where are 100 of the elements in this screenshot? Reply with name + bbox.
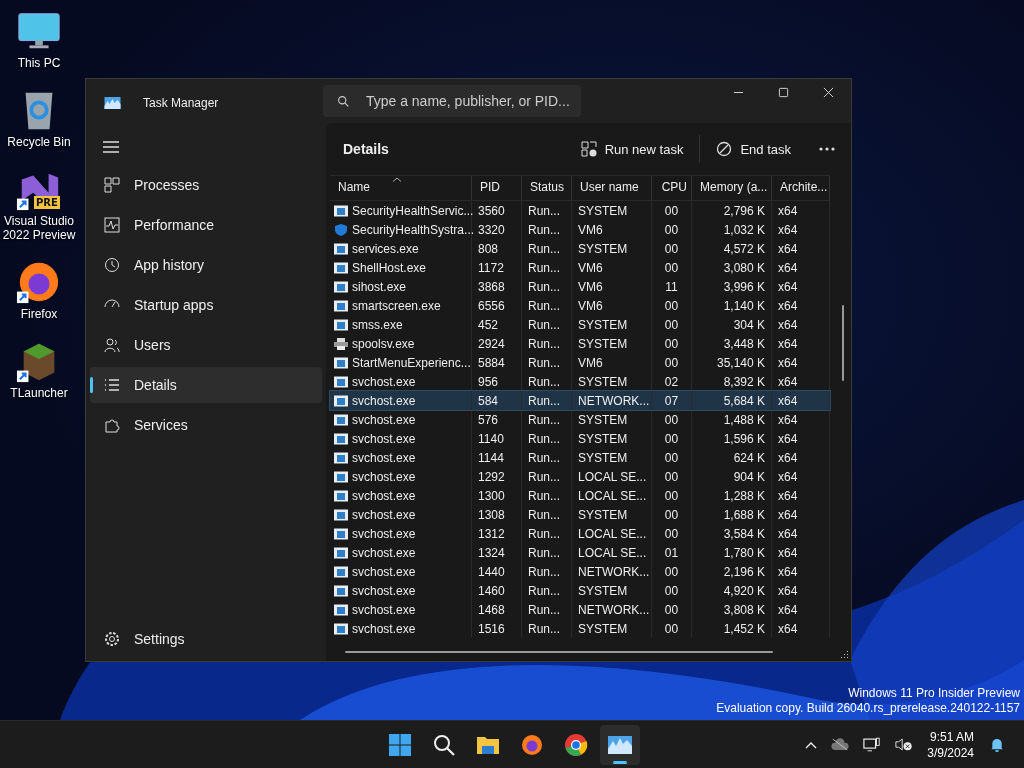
table-cell: 00	[664, 488, 679, 503]
desktop-icon-label[interactable]: TLauncher	[10, 386, 68, 400]
column-header[interactable]: Status	[522, 176, 572, 200]
table-cell: SYSTEM	[578, 450, 628, 465]
sidebar-item[interactable]: Details	[90, 367, 322, 403]
process-row[interactable]: StartMenuExperienc... 5884 Run... VM6 00 35,140 K x64	[330, 353, 830, 372]
column-header[interactable]: PID	[472, 176, 522, 200]
process-row[interactable]: svchost.exe 1324 Run... LOCAL SE... 01 1,780 K x64	[330, 543, 830, 562]
taskbar-app-button[interactable]	[600, 724, 640, 765]
clock-time[interactable]: 9:51 AM	[929, 728, 974, 745]
more-options-icon[interactable]	[819, 147, 835, 151]
table-cell: svchost.exe	[352, 393, 416, 408]
process-row[interactable]: services.exe 808 Run... SYSTEM 00 4,572 K x64	[330, 239, 830, 258]
process-row[interactable]: svchost.exe 1308 Run... SYSTEM 00 1,688 K x64	[330, 505, 830, 524]
table-cell: x64	[778, 583, 798, 598]
process-row[interactable]: SecurityHealthServic... 3560 Run... SYSTEM 00 2,796 K x64	[330, 201, 830, 220]
table-cell: VM6	[578, 298, 603, 313]
process-row[interactable]: spoolsv.exe 2924 Run... SYSTEM 00 3,448 K x64	[330, 334, 830, 353]
toolbar-button[interactable]: End task	[710, 135, 797, 163]
table-cell: 00	[664, 621, 679, 636]
table-cell: svchost.exe	[352, 507, 416, 522]
table-cell: SYSTEM	[578, 412, 628, 427]
process-row[interactable]: svchost.exe 1468 Run... NETWORK... 00 3,808 K x64	[330, 600, 830, 619]
sidebar-item[interactable]: App history	[90, 247, 322, 283]
settings-item[interactable]: Settings	[90, 621, 322, 657]
horizontal-scrollbar-thumb[interactable]	[345, 651, 773, 653]
table-cell: 02	[664, 374, 679, 389]
process-row[interactable]: svchost.exe 584 Run... NETWORK... 07 5,684 K x64	[330, 391, 830, 410]
vertical-scrollbar-thumb[interactable]	[842, 305, 844, 381]
cloud-icon[interactable]	[831, 737, 850, 752]
app-window-icon	[334, 204, 348, 217]
process-row[interactable]: svchost.exe 1460 Run... SYSTEM 00 4,920 K x64	[330, 581, 830, 600]
table-cell: NETWORK...	[578, 564, 650, 579]
chart-app-icon	[104, 97, 121, 109]
shield-icon	[334, 223, 348, 236]
process-row[interactable]: smartscreen.exe 6556 Run... VM6 00 1,140 K x64	[330, 296, 830, 315]
table-cell: 1292	[478, 469, 505, 484]
app-window-icon	[334, 413, 348, 426]
table-cell: 1468	[478, 602, 505, 617]
process-row[interactable]: svchost.exe 1440 Run... NETWORK... 00 2,196 K x64	[330, 562, 830, 581]
process-row[interactable]: svchost.exe 1144 Run... SYSTEM 00 624 K x64	[330, 448, 830, 467]
sidebar-item[interactable]: Performance	[90, 207, 322, 243]
sidebar-item[interactable]: Processes	[90, 167, 322, 203]
process-row[interactable]: svchost.exe 1516 Run... SYSTEM 00 1,452 K x64	[330, 619, 830, 638]
table-cell: x64	[778, 545, 798, 560]
prohibited-icon	[716, 141, 733, 157]
process-row[interactable]: svchost.exe 1140 Run... SYSTEM 00 1,596 K x64	[330, 429, 830, 448]
desktop-icon-label[interactable]: Firefox	[20, 307, 58, 321]
process-row[interactable]: svchost.exe 576 Run... SYSTEM 00 1,488 K x64	[330, 410, 830, 429]
column-header[interactable]: CPU	[652, 176, 692, 200]
table-cell: 452	[478, 317, 499, 332]
table-cell: 4,920 K	[723, 583, 765, 598]
table-cell: svchost.exe	[352, 374, 416, 389]
column-header[interactable]: Name	[330, 176, 472, 200]
process-row[interactable]: ShellHost.exe 1172 Run... VM6 00 3,080 K x64	[330, 258, 830, 277]
process-row[interactable]: svchost.exe 1300 Run... LOCAL SE... 00 1,288 K x64	[330, 486, 830, 505]
page-title: Details	[343, 141, 389, 157]
column-header[interactable]: Archite...	[772, 176, 830, 200]
table-cell: svchost.exe	[352, 469, 416, 484]
table-cell: Run...	[528, 241, 560, 256]
resize-grip-icon[interactable]	[840, 650, 849, 659]
desktop-icon-label[interactable]: Recycle Bin	[7, 135, 71, 149]
app-window-icon	[334, 489, 348, 502]
app-window-icon	[334, 603, 348, 616]
column-header[interactable]: Memory (a...	[692, 176, 772, 200]
menu-icon[interactable]	[103, 141, 119, 153]
sidebar-item[interactable]: Users	[90, 327, 322, 363]
table-cell: SYSTEM	[578, 241, 628, 256]
table-cell: 1308	[478, 507, 505, 522]
chevron-up-icon[interactable]	[805, 740, 818, 749]
app-window-icon	[334, 299, 348, 312]
column-header[interactable]: User name	[572, 176, 652, 200]
clock-date[interactable]: 3/9/2024	[927, 744, 974, 761]
table-cell: 00	[664, 450, 679, 465]
table-cell: x64	[778, 336, 798, 351]
sidebar-item[interactable]: Services	[90, 407, 322, 443]
process-row[interactable]: SecurityHealthSystra... 3320 Run... VM6 00 1,032 K x64	[330, 220, 830, 239]
process-row[interactable]: svchost.exe 1312 Run... LOCAL SE... 00 3,584 K x64	[330, 524, 830, 543]
table-cell: x64	[778, 374, 798, 389]
volume-muted-icon[interactable]	[895, 737, 914, 752]
desktop-icon-label[interactable]: Visual Studio 2022 Preview	[0, 214, 78, 242]
table-cell: 00	[664, 469, 679, 484]
table-cell: Run...	[528, 203, 560, 218]
process-row[interactable]: svchost.exe 1292 Run... LOCAL SE... 00 904 K x64	[330, 467, 830, 486]
toolbar-button[interactable]: Run new task	[574, 135, 690, 163]
table-cell: Run...	[528, 526, 560, 541]
sidebar-item[interactable]: Startup apps	[90, 287, 322, 323]
process-row[interactable]: sihost.exe 3868 Run... VM6 11 3,996 K x64	[330, 277, 830, 296]
search-field[interactable]: Type a name, publisher, or PID...	[323, 85, 581, 117]
table-cell: 1140	[478, 431, 504, 446]
desktop-icon-label[interactable]: This PC	[17, 56, 61, 70]
process-row[interactable]: smss.exe 452 Run... SYSTEM 00 304 K x64	[330, 315, 830, 334]
table-cell: 3,080 K	[723, 260, 765, 275]
network-monitor-icon[interactable]	[863, 737, 882, 752]
table-cell: Run...	[528, 222, 560, 237]
table-cell: 1312	[478, 526, 505, 541]
table-cell: svchost.exe	[352, 583, 416, 598]
table-cell: SYSTEM	[578, 336, 628, 351]
table-cell: x64	[778, 203, 798, 218]
table-cell: 3,996 K	[723, 279, 765, 294]
